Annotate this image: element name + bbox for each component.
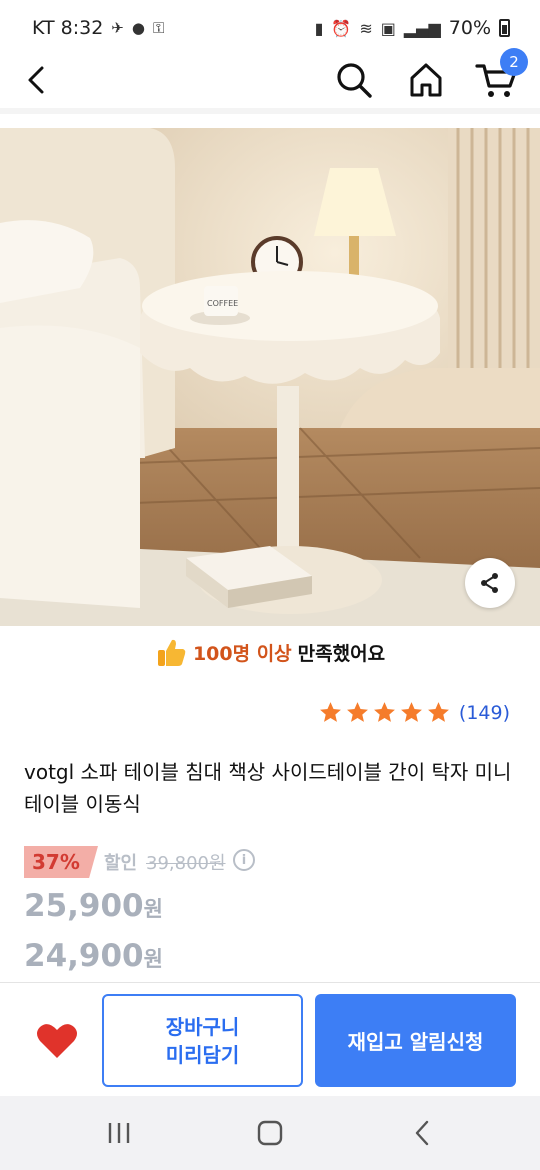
currency-unit: 원	[143, 897, 163, 921]
svg-text:COFFEE: COFFEE	[207, 299, 238, 308]
status-left: KT 8:32 ✈ ● ⚿	[32, 17, 164, 39]
bottom-action-bar: 장바구니 미리담기 재입고 알림신청	[0, 982, 540, 1096]
hd-icon: ▣	[380, 18, 396, 38]
system-nav-bar	[0, 1096, 540, 1170]
cart-button-line1: 장바구니	[165, 1014, 240, 1039]
wifi-icon: ≋	[359, 18, 373, 38]
top-nav	[0, 56, 540, 108]
satisfaction-count: 100명 이상	[192, 642, 292, 665]
member-price-value: 24,900	[24, 938, 144, 974]
battery-percent: 70%	[448, 17, 491, 39]
battery-icon	[499, 19, 510, 37]
restock-notify-button[interactable]: 재입고 알림신청	[315, 994, 516, 1087]
battery-saver-icon: ▮	[314, 18, 324, 38]
recent-apps-icon[interactable]	[104, 1120, 134, 1146]
satisfaction-banner: 100명 이상 만족했어요	[0, 632, 540, 672]
star-icon	[346, 702, 368, 722]
system-back-icon[interactable]	[410, 1118, 434, 1148]
cart-count-badge: 2	[500, 48, 528, 76]
discount-label: 할인	[104, 853, 138, 874]
discount-badge: 37%	[24, 846, 98, 878]
star-icon	[373, 702, 395, 722]
status-right: ▮ ⏰ ≋ ▣ ▂▄▆ 70%	[315, 17, 510, 39]
star-icon	[427, 702, 449, 722]
currency-unit: 원	[143, 947, 163, 971]
talk-icon: ●	[131, 19, 145, 37]
product-photo: COFFEE	[0, 128, 540, 626]
share-button[interactable]	[465, 558, 515, 608]
sale-price-value: 25,900	[24, 888, 144, 924]
nav-divider	[0, 108, 540, 114]
share-icon	[481, 573, 498, 593]
alarm-icon: ⏰	[331, 18, 352, 38]
star-icon	[319, 702, 341, 722]
info-icon[interactable]: i	[233, 849, 255, 871]
member-price: 24,900원	[24, 938, 163, 974]
cart-button-line2: 미리담기	[165, 1042, 240, 1067]
key-icon: ⚿	[152, 19, 165, 37]
status-bar: KT 8:32 ✈ ● ⚿ ▮ ⏰ ≋ ▣ ▂▄▆ 70%	[0, 0, 540, 56]
satisfaction-text: 만족했어요	[297, 642, 386, 665]
product-image[interactable]: COFFEE	[0, 128, 540, 626]
back-icon[interactable]	[18, 60, 58, 100]
review-count-link[interactable]: (149)	[459, 702, 510, 724]
original-price: 39,800원	[146, 853, 226, 874]
carrier-time: KT 8:32	[32, 17, 104, 39]
add-to-cart-button[interactable]: 장바구니 미리담기	[102, 994, 303, 1087]
product-title: votgl 소파 테이블 침대 책상 사이드테이블 간이 탁자 미니 테이블 이…	[24, 760, 512, 816]
notification-icon: ✈	[111, 19, 124, 37]
heart-icon[interactable]	[35, 1021, 79, 1061]
system-home-icon[interactable]	[257, 1120, 283, 1146]
search-icon[interactable]	[332, 58, 376, 102]
sale-price: 25,900원	[24, 888, 163, 924]
star-icon	[400, 702, 422, 722]
signal-icon: ▂▄▆	[403, 18, 441, 38]
rating-row[interactable]: (149)	[318, 700, 510, 725]
thumbs-up-icon	[157, 639, 186, 666]
home-icon[interactable]	[404, 58, 448, 102]
